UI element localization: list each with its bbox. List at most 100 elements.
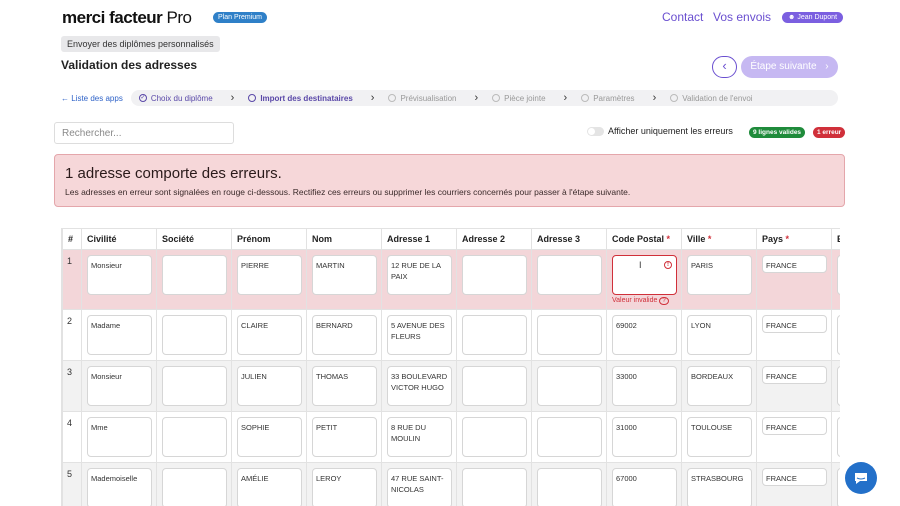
cell (531, 462, 607, 506)
adresse1-field[interactable]: 47 RUE SAINT-NICOLAS (387, 468, 452, 506)
adresse2-field[interactable] (462, 417, 527, 457)
adresse3-field[interactable] (537, 315, 602, 355)
adresse1-field[interactable]: 12 RUE DE LA PAIX (387, 255, 452, 295)
logo-main: merci facteur (62, 8, 163, 27)
pays-field[interactable]: FRANCE (762, 366, 827, 384)
nom-field[interactable]: BERNARD (312, 315, 377, 355)
step-previsualisation: Prévisualisation (388, 94, 457, 103)
prenom-field[interactable]: AMÉLIE (237, 468, 302, 506)
adresse2-field[interactable] (462, 468, 527, 506)
user-menu[interactable]: ☻ Jean Dupont (782, 12, 844, 23)
ville-field[interactable]: STRASBOURG (687, 468, 752, 506)
help-icon[interactable]: ? (659, 297, 669, 305)
adresse3-field[interactable] (537, 366, 602, 406)
check-icon: ✓ (138, 94, 147, 102)
adresse1-field[interactable]: 33 BOULEVARD VICTOR HUGO (387, 366, 452, 406)
chevron-right-icon: › (563, 92, 568, 104)
col-header-label: Ville (687, 234, 706, 244)
pays-field[interactable]: FRANCE (762, 255, 827, 273)
societe-field[interactable] (162, 366, 227, 406)
code-postal-field[interactable]: 31000 (612, 417, 677, 457)
apps-list-link[interactable]: ← Liste des apps (61, 94, 123, 103)
civilite-field[interactable]: Mademoiselle (87, 468, 152, 506)
step-piece-jointe: Pièce jointe (492, 94, 546, 103)
cell (531, 309, 607, 361)
societe-field[interactable] (162, 468, 227, 506)
logo-pro: Pro (162, 8, 192, 27)
civilite-field[interactable]: Madame (87, 315, 152, 355)
search-input[interactable] (54, 122, 234, 144)
col-header: Société (156, 228, 232, 250)
next-step-button[interactable]: Étape suivante › (741, 56, 838, 78)
societe-field[interactable] (162, 417, 227, 457)
nav-envois-link[interactable]: Vos envois (713, 10, 771, 24)
nom-field[interactable]: MARTIN (312, 255, 377, 295)
col-header: Adresse 1 (381, 228, 457, 250)
row-number: 1 (62, 249, 82, 310)
overflow-field[interactable] (837, 468, 840, 506)
overflow-field[interactable] (837, 417, 840, 457)
prenom-field[interactable]: SOPHIE (237, 417, 302, 457)
nom-field[interactable]: LEROY (312, 468, 377, 506)
civilite-field[interactable]: Monsieur (87, 255, 152, 295)
societe-field[interactable] (162, 255, 227, 295)
adresse2-field[interactable] (462, 255, 527, 295)
col-header: Ville * (681, 228, 757, 250)
ville-field[interactable]: BORDEAUX (687, 366, 752, 406)
table-row: 5 Mademoiselle AMÉLIE LEROY 47 RUE SAINT… (62, 462, 840, 506)
adresse3-field[interactable] (537, 468, 602, 506)
overflow-field[interactable] (837, 255, 840, 295)
civilite-field[interactable]: Mme (87, 417, 152, 457)
table-row: 2 Madame CLAIRE BERNARD 5 AVENUE DES FLE… (62, 309, 840, 361)
prenom-field[interactable]: CLAIRE (237, 315, 302, 355)
code-postal-field[interactable]: 67000 (612, 468, 677, 506)
steps-bar: ✓ Choix du diplôme › Import des destinat… (130, 90, 838, 106)
cell: FRANCE (756, 462, 832, 506)
adresse2-field[interactable] (462, 315, 527, 355)
nom-field[interactable]: PETIT (312, 417, 377, 457)
chat-support-button[interactable] (845, 462, 877, 494)
step-label: Import des destinataires (260, 93, 353, 103)
adresse3-field[interactable] (537, 417, 602, 457)
cell: 69002 (606, 309, 682, 361)
chevron-right-icon: › (652, 92, 657, 104)
adresse3-field[interactable] (537, 255, 602, 295)
code-postal-field[interactable]: 33000 (612, 366, 677, 406)
validation-error-text: Valeur invalide (612, 297, 658, 304)
context-chip: Envoyer des diplômes personnalisés (61, 36, 220, 52)
previous-step-button[interactable]: ‹ (712, 56, 737, 78)
cell: MARTIN (306, 249, 382, 310)
civilite-field[interactable]: Monsieur (87, 366, 152, 406)
nom-field[interactable]: THOMAS (312, 366, 377, 406)
code-postal-field[interactable]: I ! (612, 255, 677, 295)
adresse1-field[interactable]: 5 AVENUE DES FLEURS (387, 315, 452, 355)
text-cursor-icon: I (639, 260, 642, 270)
cell (456, 462, 532, 506)
col-header: Civilité (81, 228, 157, 250)
app-logo[interactable]: merci facteur Pro (62, 8, 192, 28)
societe-field[interactable] (162, 315, 227, 355)
step-import-destinataires[interactable]: Import des destinataires (248, 93, 353, 103)
overflow-field[interactable] (837, 366, 840, 406)
prenom-field[interactable]: PIERRE (237, 255, 302, 295)
step-choix-diplome[interactable]: ✓ Choix du diplôme (138, 94, 213, 103)
pays-field[interactable]: FRANCE (762, 417, 827, 435)
plan-badge: Plan Premium (213, 12, 267, 23)
adresse2-field[interactable] (462, 366, 527, 406)
table-row: 1 Monsieur PIERRE MARTIN 12 RUE DE LA PA… (62, 249, 840, 310)
pays-field[interactable]: FRANCE (762, 315, 827, 333)
adresse1-field[interactable]: 8 RUE DU MOULIN (387, 417, 452, 457)
overflow-field[interactable] (837, 315, 840, 355)
prenom-field[interactable]: JULIEN (237, 366, 302, 406)
errors-only-toggle[interactable] (587, 127, 604, 136)
pays-field[interactable]: FRANCE (762, 468, 827, 486)
ville-field[interactable]: TOULOUSE (687, 417, 752, 457)
chevron-left-icon: ‹ (722, 58, 727, 73)
nav-contact-link[interactable]: Contact (662, 10, 703, 24)
code-postal-field[interactable]: 69002 (612, 315, 677, 355)
cell: BORDEAUX (681, 360, 757, 412)
next-step-label: Étape suivante (750, 61, 817, 72)
col-header: Code Postal * (606, 228, 682, 250)
ville-field[interactable]: LYON (687, 315, 752, 355)
ville-field[interactable]: PARIS (687, 255, 752, 295)
